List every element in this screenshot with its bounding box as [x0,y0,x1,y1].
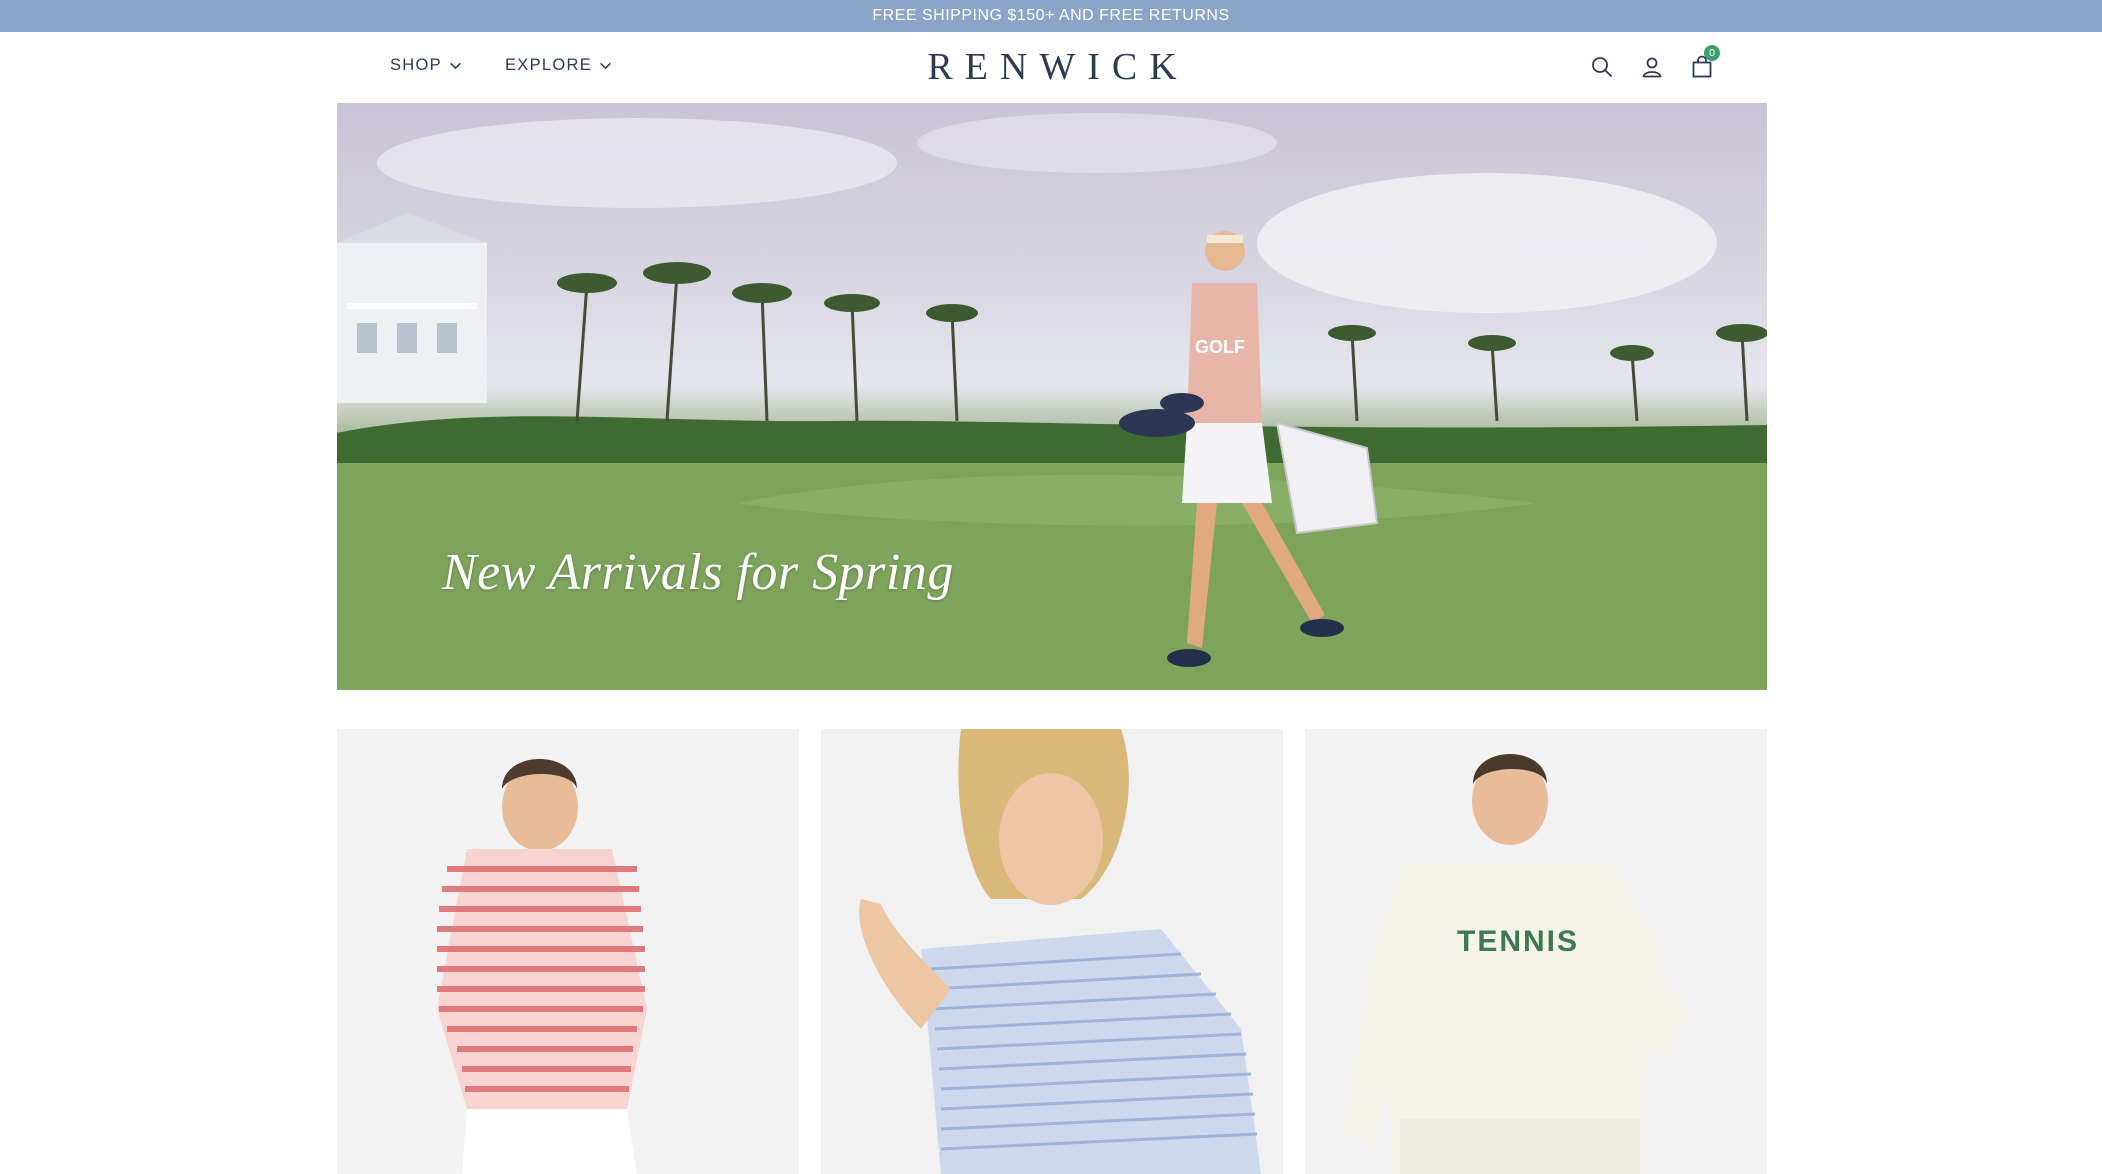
chevron-down-icon [450,62,461,70]
hero-title: New Arrivals for Spring [442,544,954,601]
cart-count-badge: 0 [1704,45,1720,61]
product-card[interactable] [821,729,1283,1174]
search-icon [1592,57,1612,77]
brand-logo[interactable]: RENWICK [916,44,1188,90]
product-image [821,729,1283,1174]
site-header: SHOP EXPLORE RENWICK 0 [0,32,2102,102]
hero-banner[interactable]: GOLF New Arrivals for Spring [337,103,1767,690]
search-button[interactable] [1588,53,1616,81]
announcement-text: FREE SHIPPING $150+ AND FREE RETURNS [872,7,1230,24]
nav-shop[interactable]: SHOP [390,56,462,75]
product-image [337,729,799,1174]
user-icon [1642,57,1662,78]
tennis-print-text: TENNIS [1457,925,1579,958]
svg-text:GOLF: GOLF [1195,337,1245,357]
account-button[interactable] [1638,53,1666,81]
product-image: TENNIS [1305,729,1767,1174]
nav-explore[interactable]: EXPLORE [505,56,612,75]
product-card[interactable] [337,729,799,1174]
product-card[interactable]: TENNIS [1305,729,1767,1174]
chevron-down-icon [600,62,611,70]
nav-explore-label: EXPLORE [505,56,593,74]
nav-shop-label: SHOP [390,56,442,74]
brand-logo-text: RENWICK [927,46,1189,88]
announcement-bar: FREE SHIPPING $150+ AND FREE RETURNS [0,0,2102,32]
